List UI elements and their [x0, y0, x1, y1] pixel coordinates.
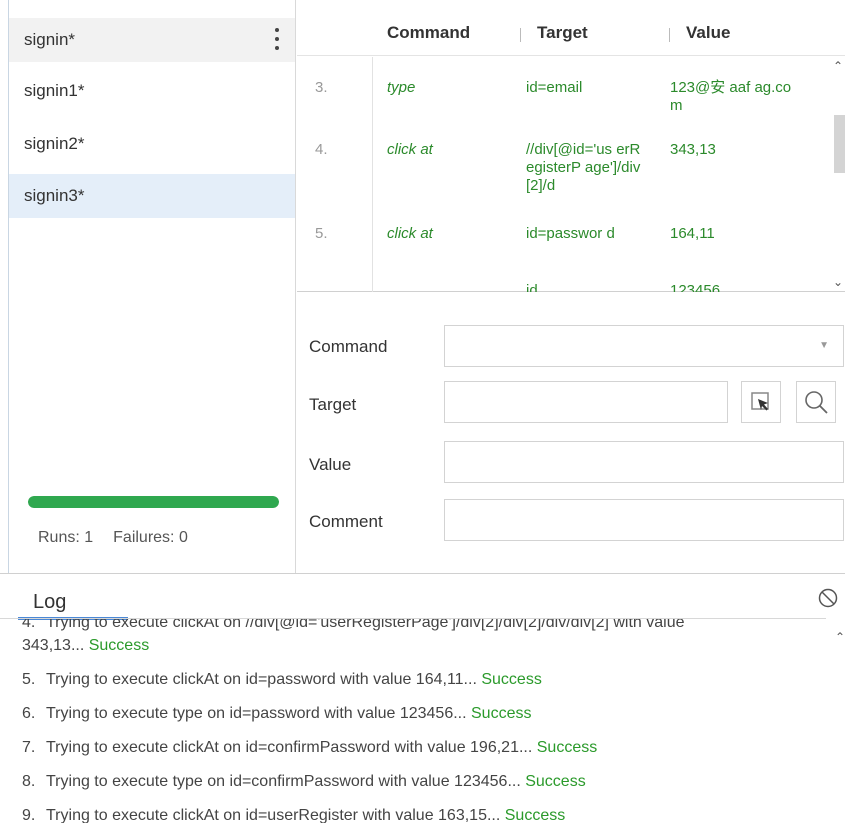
test-item-label: signin1*: [24, 81, 85, 100]
row-target: id=email: [526, 79, 583, 96]
table-row[interactable]: 5. click at id=passwor d 164,11: [297, 225, 829, 269]
test-item-signin3[interactable]: signin3*: [9, 174, 295, 218]
scrollbar-thumb[interactable]: [834, 115, 845, 173]
scroll-up-arrow-icon[interactable]: ⌃: [831, 60, 845, 72]
log-line: 9. Trying to execute clickAt on id=userRe…: [22, 807, 566, 823]
log-line: 343,13... Success: [22, 637, 150, 654]
clear-icon[interactable]: [817, 587, 839, 614]
select-target-button[interactable]: [741, 381, 781, 423]
value-label: Value: [309, 455, 352, 474]
row-target: id=passwor d: [526, 225, 615, 242]
row-target: //div[@id='us erRegisterP age']/div[2]/d: [526, 141, 641, 194]
test-item-signin[interactable]: signin*: [9, 18, 295, 62]
test-item-label: signin*: [24, 30, 76, 49]
log-line: 7. Trying to execute clickAt on id=confir…: [22, 739, 598, 756]
column-header-value[interactable]: Value: [686, 23, 730, 43]
test-item-label: signin3*: [24, 186, 85, 205]
command-table: Command Target Value 3. type id=email 12…: [297, 0, 845, 292]
test-item-label: signin2*: [24, 134, 85, 153]
runs-count: Runs: 1: [38, 529, 94, 546]
search-icon: [805, 391, 828, 414]
row-command: click at: [387, 141, 433, 158]
row-index: 5.: [315, 225, 328, 242]
target-input[interactable]: [444, 381, 728, 423]
target-label: Target: [309, 395, 357, 414]
column-header-target[interactable]: Target: [537, 23, 588, 43]
comment-input[interactable]: [444, 499, 844, 541]
row-value: 164,11: [670, 225, 715, 242]
row-value: 123@安 aaf ag.com: [670, 79, 792, 114]
scroll-down-arrow-icon[interactable]: ⌄: [831, 276, 845, 288]
test-list-panel: signin* signin1* signin2* signin3* Runs:…: [0, 0, 296, 573]
row-command: type: [387, 79, 416, 96]
row-index: 4.: [315, 141, 328, 158]
column-header-command[interactable]: Command: [387, 23, 470, 43]
command-label: Command: [309, 337, 388, 356]
log-line: 8. Trying to execute type on id=confirmPa…: [22, 773, 586, 790]
table-scrollbar[interactable]: ⌃ ⌄: [831, 57, 845, 289]
run-summary: Runs: 1 Failures: 0: [38, 529, 188, 547]
row-index: 3.: [315, 79, 328, 96]
find-target-button[interactable]: [796, 381, 836, 423]
row-value: 343,13: [670, 141, 716, 158]
test-item-signin1[interactable]: signin1*: [9, 71, 295, 115]
log-line: 4. Trying to execute clickAt on //div[@id…: [22, 619, 685, 631]
table-header: Command Target Value: [297, 10, 845, 56]
select-target-icon: [751, 392, 769, 411]
log-line: 5. Trying to execute clickAt on id=passwo…: [22, 671, 542, 688]
command-select[interactable]: ▼: [444, 325, 844, 367]
tab-log[interactable]: Log: [33, 591, 66, 614]
log-line: 6. Trying to execute type on id=password …: [22, 705, 532, 722]
value-input[interactable]: [444, 441, 844, 483]
log-scroll-up-arrow-icon[interactable]: ⌃: [835, 630, 845, 644]
log-lines: 4. Trying to execute clickAt on //div[@id…: [0, 619, 826, 823]
table-row[interactable]: 3. type id=email 123@安 aaf ag.com: [297, 79, 829, 131]
run-progress-fill: [28, 496, 279, 508]
more-vertical-icon[interactable]: [273, 28, 281, 50]
command-rows: 3. type id=email 123@安 aaf ag.com 4. cli…: [297, 57, 829, 292]
table-row[interactable]: id 123456: [297, 282, 829, 292]
row-value: 123456: [670, 282, 721, 292]
log-panel: Log 4. Trying to execute clickAt on //div…: [0, 573, 845, 823]
table-row[interactable]: 4. click at //div[@id='us erRegisterP ag…: [297, 141, 829, 203]
test-item-signin2[interactable]: signin2*: [9, 126, 295, 170]
row-command: click at: [387, 225, 433, 242]
chevron-down-icon[interactable]: ▼: [819, 340, 829, 351]
row-target: id: [526, 282, 538, 292]
comment-label: Comment: [309, 512, 383, 531]
run-progress-bar: [28, 496, 279, 508]
failures-count: Failures: 0: [113, 529, 188, 546]
